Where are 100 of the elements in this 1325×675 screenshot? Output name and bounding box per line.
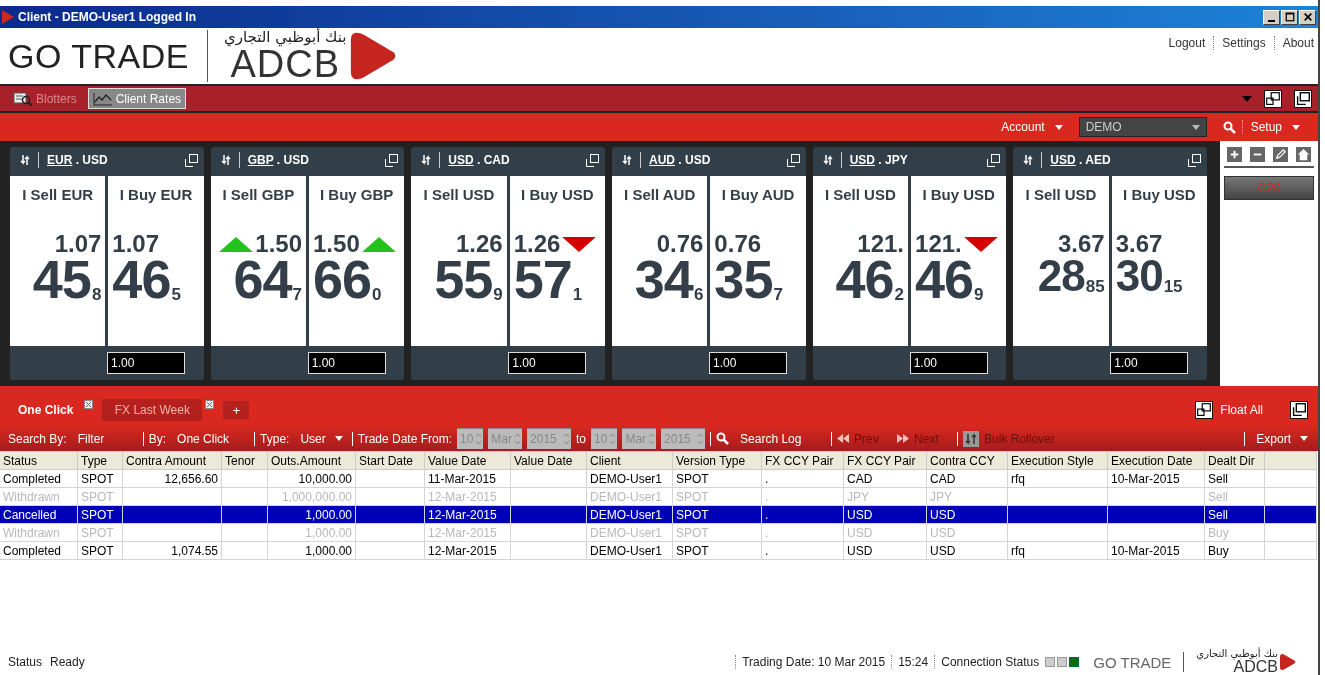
add-tab-button[interactable]: + xyxy=(223,401,250,419)
sell-price-panel[interactable]: I Sell USD 1.26 559 xyxy=(411,176,507,346)
popout-window-icon[interactable] xyxy=(1294,89,1312,108)
search-log-link[interactable]: Search Log xyxy=(740,431,827,446)
table-row[interactable]: Completed SPOT 12,656.60 10,000.00 11-Mar-2015 DEMO-User1 SPOT . CAD CAD rfq 10-Mar-2015 Sell xyxy=(0,469,1317,488)
currency-pair: USD . JPY xyxy=(849,153,908,167)
column-header[interactable]: Dealt Dir xyxy=(1204,451,1265,470)
dropdown-caret-icon[interactable] xyxy=(334,436,343,441)
dropdown-caret-icon[interactable] xyxy=(1292,124,1300,130)
popout-icon[interactable] xyxy=(385,153,399,167)
column-header[interactable]: FX CCY Pair xyxy=(761,451,844,470)
popout-icon[interactable] xyxy=(1188,153,1202,167)
amount-field[interactable]: 1.00 xyxy=(1110,352,1189,374)
buy-price-panel[interactable]: I Buy GBP 1.50 660 xyxy=(309,176,405,346)
minus-icon[interactable] xyxy=(1250,147,1266,162)
home-icon[interactable] xyxy=(1296,147,1312,162)
table-cell: SPOT xyxy=(81,489,114,504)
rewind-icon[interactable] xyxy=(837,434,850,443)
column-header[interactable]: Contra Amount xyxy=(122,451,222,470)
minimize-button[interactable] xyxy=(1263,9,1280,25)
popout-window-icon[interactable] xyxy=(1290,401,1308,419)
refresh-icon[interactable] xyxy=(421,154,432,166)
line-chart-icon xyxy=(92,91,113,106)
refresh-icon[interactable] xyxy=(622,154,632,166)
close-tab-icon[interactable] xyxy=(205,400,215,409)
column-header[interactable]: Contra CCY xyxy=(926,451,1008,470)
price-big-figure: 3.67 xyxy=(1115,232,1163,256)
refresh-icon[interactable] xyxy=(822,154,833,166)
column-header[interactable]: Execution Style xyxy=(1007,451,1108,470)
column-header[interactable]: Type xyxy=(77,451,123,470)
toolbar-tab[interactable]: Client Rates xyxy=(87,88,187,109)
buy-price-panel[interactable]: I Buy AUD 0.76 357 xyxy=(710,176,806,346)
search-icon[interactable] xyxy=(1222,120,1236,134)
sell-price-panel[interactable]: I Sell USD 121. 462 xyxy=(812,176,909,346)
buy-price-panel[interactable]: I Buy EUR 1.07 465 xyxy=(108,176,204,346)
buy-price-panel[interactable]: I Buy USD 3.67 3015 xyxy=(1111,176,1208,346)
table-cell: SPOT xyxy=(676,525,709,540)
popout-icon[interactable] xyxy=(184,153,198,167)
pencil-icon[interactable] xyxy=(1273,147,1289,162)
column-header[interactable]: FX CCY Pair xyxy=(843,451,927,470)
table-cell: Sell xyxy=(1208,507,1228,522)
column-header[interactable]: Start Date xyxy=(355,451,425,470)
amount-field[interactable]: 1.00 xyxy=(709,352,787,374)
search-by-value[interactable]: Filter xyxy=(77,431,138,446)
dropdown-caret-icon[interactable] xyxy=(1242,95,1252,102)
column-header[interactable]: Client xyxy=(586,451,673,470)
header-link[interactable]: Settings xyxy=(1222,36,1266,50)
refresh-icon[interactable] xyxy=(1023,154,1034,166)
float-all-link[interactable]: Float All xyxy=(1220,403,1263,417)
blotter-tab[interactable]: FX Last Week xyxy=(102,399,203,421)
setup-menu[interactable]: Setup xyxy=(1241,120,1282,134)
header-link[interactable]: About xyxy=(1282,36,1314,50)
amount-field[interactable]: 1.00 xyxy=(909,352,988,374)
header-link[interactable]: Logout xyxy=(1168,36,1206,50)
refresh-icon[interactable] xyxy=(220,154,231,166)
currency-pair: AUD . USD xyxy=(649,153,711,167)
plus-icon[interactable] xyxy=(1227,147,1243,162)
by-value[interactable]: One Click xyxy=(177,431,250,446)
column-header[interactable]: Status xyxy=(0,451,78,470)
buy-price-panel[interactable]: I Buy USD 1.26 571 xyxy=(509,176,605,346)
refresh-icon[interactable] xyxy=(963,430,980,447)
sell-price-panel[interactable]: I Sell GBP 1.50 647 xyxy=(210,176,306,346)
column-header[interactable]: Value Date xyxy=(510,451,587,470)
fast-forward-icon[interactable] xyxy=(897,434,910,443)
dropdown-caret-icon[interactable] xyxy=(1300,436,1308,441)
column-header[interactable]: Outs.Amount xyxy=(267,451,356,470)
column-header[interactable]: Version Type xyxy=(672,451,762,470)
refresh-icon[interactable] xyxy=(20,154,30,166)
dropdown-caret-icon[interactable] xyxy=(1054,124,1063,130)
price-big-figure: 3.67 xyxy=(1058,232,1105,256)
table-row[interactable]: Completed SPOT 1,074.55 1,000.00 12-Mar-2015 DEMO-User1 SPOT . USD USD rfq 10-Mar-2015 Buy xyxy=(0,541,1317,560)
sell-price-panel[interactable]: I Sell EUR 1.07 458 xyxy=(10,176,106,346)
amount-field[interactable]: 1.00 xyxy=(307,352,386,374)
search-icon[interactable] xyxy=(716,432,730,445)
buy-price-panel[interactable]: I Buy USD 121. 469 xyxy=(911,176,1007,346)
table-row[interactable]: Cancelled SPOT 1,000.00 12-Mar-2015 DEMO-User1 SPOT . USD USD Sell xyxy=(0,505,1317,524)
column-header[interactable]: Execution Date xyxy=(1107,451,1205,470)
sell-price-panel[interactable]: I Sell AUD 0.76 346 xyxy=(612,176,708,346)
popout-icon[interactable] xyxy=(987,153,1001,167)
column-header[interactable]: Tenor xyxy=(221,451,268,470)
document-search-icon xyxy=(13,91,33,106)
close-button[interactable] xyxy=(1299,9,1316,25)
column-header[interactable]: Value Date xyxy=(424,451,511,470)
brand-name: GO TRADE xyxy=(1093,653,1172,671)
bank-name: ADCB xyxy=(1233,659,1278,675)
blotter-tab[interactable]: One Click xyxy=(10,399,82,421)
popout-icon[interactable] xyxy=(586,153,599,167)
table-cell: CAD xyxy=(930,471,956,486)
amount-field[interactable]: 1.00 xyxy=(107,352,185,374)
maximize-button[interactable] xyxy=(1281,9,1298,25)
popout-icon[interactable] xyxy=(786,153,800,167)
export-menu[interactable]: Export xyxy=(1256,431,1291,446)
amount-field[interactable]: 1.00 xyxy=(508,352,587,374)
sell-price-panel[interactable]: I Sell USD 3.67 2885 xyxy=(1013,176,1109,346)
float-window-icon[interactable] xyxy=(1264,89,1282,108)
float-window-icon[interactable] xyxy=(1195,401,1214,419)
account-label[interactable]: Account xyxy=(1001,120,1045,134)
close-tab-icon[interactable] xyxy=(84,400,94,409)
account-dropdown[interactable]: DEMO xyxy=(1078,117,1207,137)
type-dropdown[interactable]: User xyxy=(300,431,326,446)
